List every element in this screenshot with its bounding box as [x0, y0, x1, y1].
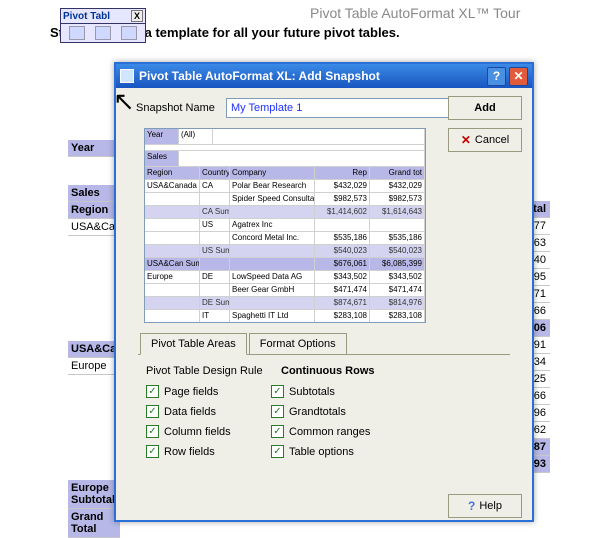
add-button[interactable]: Add [448, 96, 522, 120]
titlebar-help-button[interactable]: ? [487, 67, 506, 86]
badge-title: Pivot Tabl [63, 11, 110, 22]
cell-year: Year [68, 140, 120, 157]
cell-uscan2: USA&Cana [68, 341, 120, 358]
badge-icon [69, 26, 85, 40]
chk-column-fields[interactable]: Column fields [146, 425, 271, 438]
checkbox-icon [146, 405, 159, 418]
dialog-title: Pivot Table AutoFormat XL: Add Snapshot [139, 69, 484, 83]
cell-europesub: Europe Subtotal [68, 480, 120, 509]
chk-grandtotals[interactable]: Grandtotals [271, 405, 396, 418]
help-icon: ? [468, 499, 475, 513]
checkbox-icon [146, 385, 159, 398]
chk-subtotals[interactable]: Subtotals [271, 385, 396, 398]
chk-common-ranges[interactable]: Common ranges [271, 425, 396, 438]
titlebar[interactable]: Pivot Table AutoFormat XL: Add Snapshot … [116, 64, 532, 88]
rule-label: Pivot Table Design Rule [146, 365, 281, 377]
checkbox-icon [271, 405, 284, 418]
badge-close-icon[interactable]: X [131, 10, 143, 22]
cell-grand: Grand Total [68, 509, 120, 538]
cell-europe: Europe [68, 358, 120, 375]
tabs: Pivot Table Areas Format Options [140, 333, 522, 355]
chk-page-fields[interactable]: Page fields [146, 385, 271, 398]
snapshot-name-label: Snapshot Name [136, 102, 226, 114]
rule-value: Continuous Rows [281, 365, 375, 377]
badge-icon [121, 26, 137, 40]
chk-data-fields[interactable]: Data fields [146, 405, 271, 418]
cancel-button[interactable]: ✕Cancel [448, 128, 522, 152]
cell-sales: Sales [68, 185, 120, 202]
tab-format-options[interactable]: Format Options [249, 333, 347, 355]
chk-row-fields[interactable]: Row fields [146, 445, 271, 458]
tab-pivot-areas[interactable]: Pivot Table Areas [140, 333, 247, 355]
checkbox-icon [271, 425, 284, 438]
titlebar-close-button[interactable]: ✕ [509, 67, 528, 86]
checkbox-icon [271, 445, 284, 458]
cell-region: Region [68, 202, 120, 219]
checkbox-icon [271, 385, 284, 398]
app-icon [120, 69, 134, 83]
toolbar-badge: Pivot Tabl X [60, 8, 146, 43]
cell-uscan: USA&Canada [68, 219, 120, 236]
add-snapshot-dialog: Pivot Table AutoFormat XL: Add Snapshot … [114, 62, 534, 522]
template-preview: Year(All) Sales RegionCountryCompanyRepG… [144, 128, 426, 323]
tabpane-areas: Pivot Table Design Rule Continuous Rows … [138, 354, 510, 468]
help-button[interactable]: ?Help [448, 494, 522, 518]
badge-icon [95, 26, 111, 40]
cancel-x-icon: ✕ [461, 133, 471, 147]
checkbox-icon [146, 445, 159, 458]
checkbox-icon [146, 425, 159, 438]
chk-table-options[interactable]: Table options [271, 445, 396, 458]
